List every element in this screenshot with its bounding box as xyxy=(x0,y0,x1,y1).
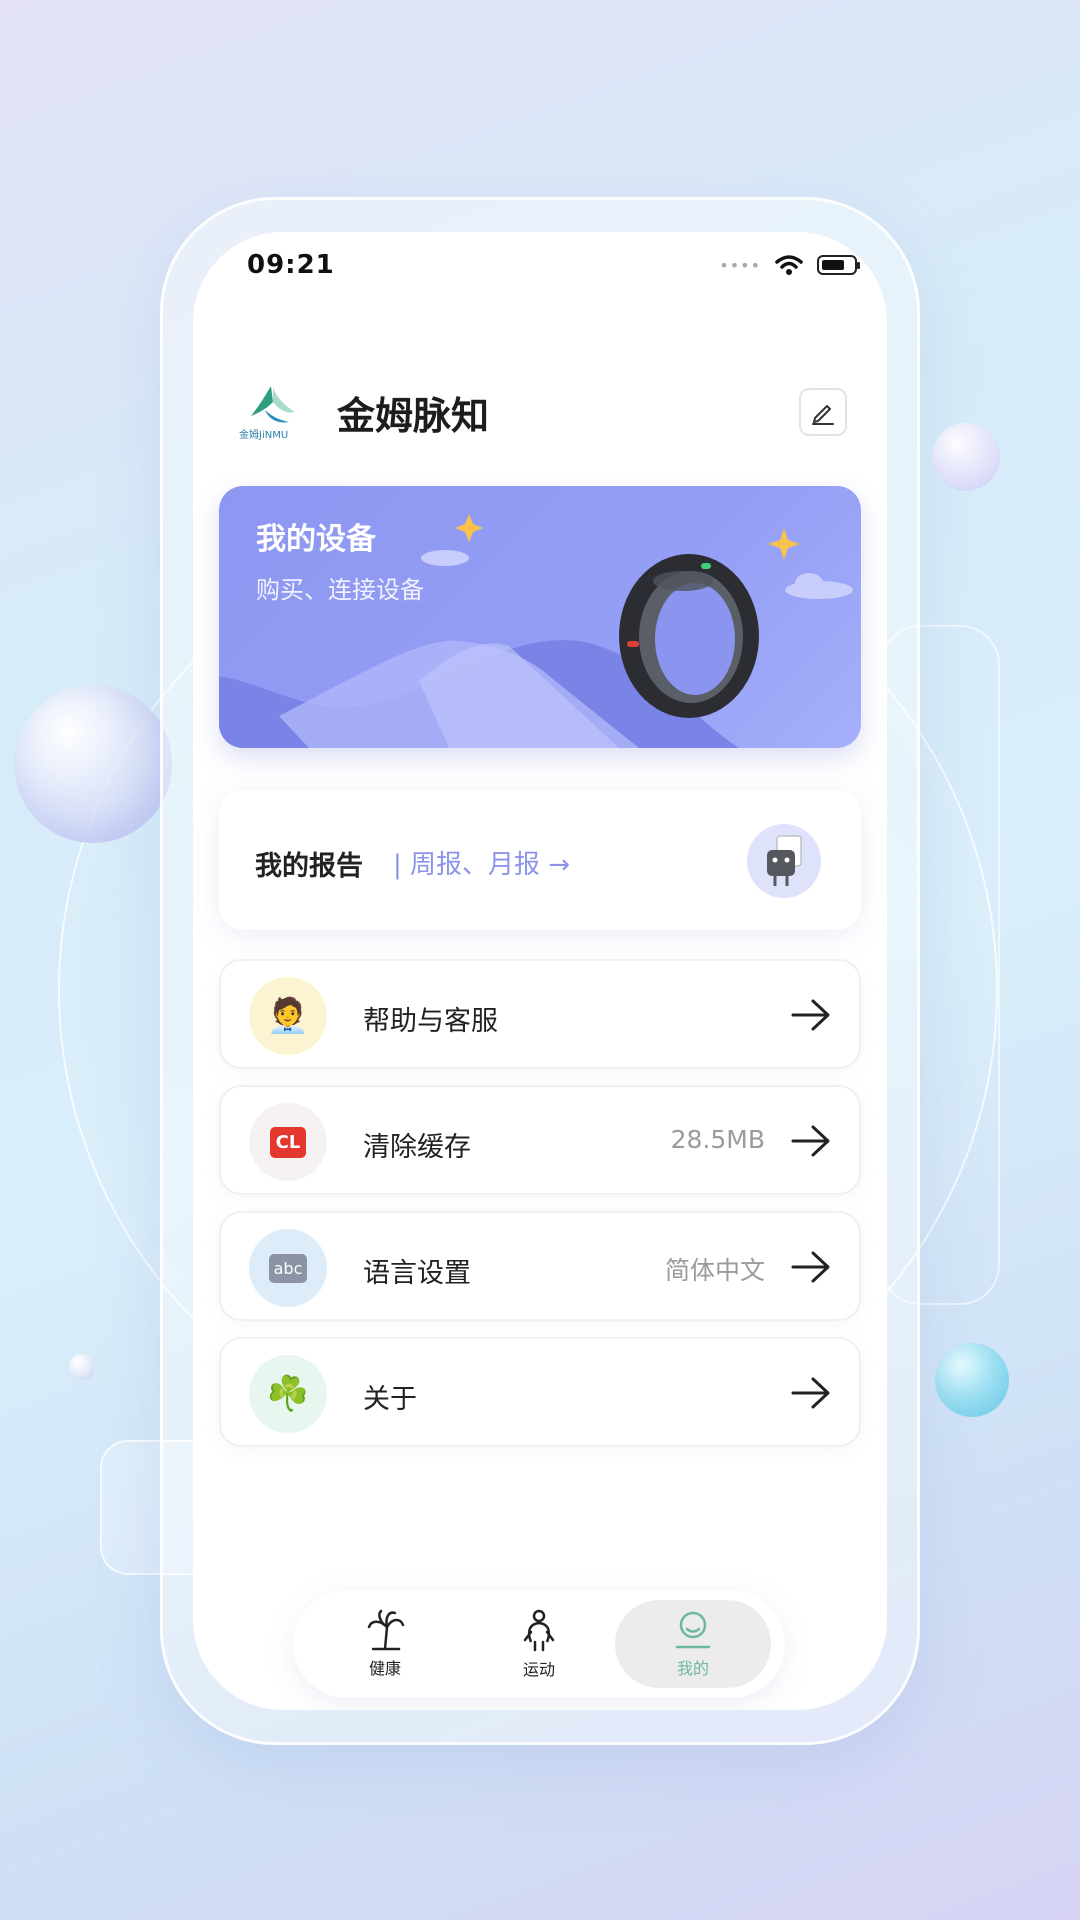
wifi-icon xyxy=(775,255,803,275)
menu-item-help[interactable]: 🧑‍💼 帮助与客服 xyxy=(219,959,861,1069)
report-mascot-icon xyxy=(747,824,821,898)
my-device-card[interactable]: 我的设备 购买、连接设备 xyxy=(219,486,861,748)
tab-label: 我的 xyxy=(676,1659,709,1678)
person-icon xyxy=(523,1609,555,1652)
cache-size-value: 28.5MB xyxy=(670,1125,765,1154)
menu-item-about[interactable]: ☘️ 关于 xyxy=(219,1337,861,1447)
tab-label: 运动 xyxy=(522,1660,555,1679)
pencil-icon xyxy=(812,405,834,425)
signal-icon: •••• xyxy=(719,255,761,275)
tab-mine[interactable]: 我的 xyxy=(615,1600,771,1688)
device-card-title: 我的设备 xyxy=(256,522,376,557)
background-bubble xyxy=(14,685,172,843)
smart-ring-image xyxy=(619,554,759,718)
user-icon xyxy=(675,1611,711,1649)
report-title: 我的报告 xyxy=(255,851,363,882)
battery-icon xyxy=(817,255,860,275)
arrow-right-icon xyxy=(791,1377,830,1409)
help-icon: 🧑‍💼 xyxy=(249,977,327,1055)
language-icon: abc xyxy=(249,1229,327,1307)
shamrock-icon: ☘️ xyxy=(249,1355,327,1433)
palm-tree-icon xyxy=(367,1609,405,1651)
background-bubble xyxy=(69,1354,95,1380)
edit-button[interactable] xyxy=(799,388,847,436)
tab-sport[interactable]: 运动 xyxy=(461,1600,617,1688)
status-bar: 09:21 •••• xyxy=(193,232,887,302)
report-link[interactable]: | 周报、月报 → xyxy=(393,844,570,881)
menu-item-clear-cache[interactable]: CL 清除缓存 28.5MB xyxy=(219,1085,861,1195)
clear-cache-icon: CL xyxy=(249,1103,327,1181)
arrow-right-icon xyxy=(791,999,830,1031)
my-report-card[interactable]: 我的报告 | 周报、月报 → xyxy=(219,790,861,930)
logo-text: 金姆JiNMU xyxy=(239,430,289,441)
menu-item-language[interactable]: abc 语言设置 简体中文 xyxy=(219,1211,861,1321)
language-value: 简体中文 xyxy=(664,1256,765,1285)
page-header: 金姆JiNMU 金姆脉知 xyxy=(239,372,847,452)
menu-item-label: 关于 xyxy=(363,1384,417,1415)
background-bubble xyxy=(935,1343,1009,1417)
page-title: 金姆脉知 xyxy=(337,393,490,438)
arrow-right-icon xyxy=(791,1251,830,1283)
tab-label: 健康 xyxy=(368,1659,401,1678)
bottom-tab-bar: 健康 运动 我的 xyxy=(293,1590,785,1698)
menu-item-label: 帮助与客服 xyxy=(363,1006,498,1037)
menu-item-label: 语言设置 xyxy=(363,1258,471,1289)
background-bubble xyxy=(932,423,1000,491)
tab-health[interactable]: 健康 xyxy=(307,1600,463,1688)
status-time: 09:21 xyxy=(247,250,335,280)
phone-screen: 09:21 •••• 金姆JiNMU 金姆脉知 我的设备 购买、连接设备 我的报… xyxy=(193,232,887,1710)
arrow-right-icon xyxy=(791,1125,830,1157)
status-icons: •••• xyxy=(719,254,860,276)
device-card-subtitle: 购买、连接设备 xyxy=(256,576,424,604)
app-logo: 金姆JiNMU xyxy=(239,382,303,442)
menu-item-label: 清除缓存 xyxy=(363,1132,471,1163)
